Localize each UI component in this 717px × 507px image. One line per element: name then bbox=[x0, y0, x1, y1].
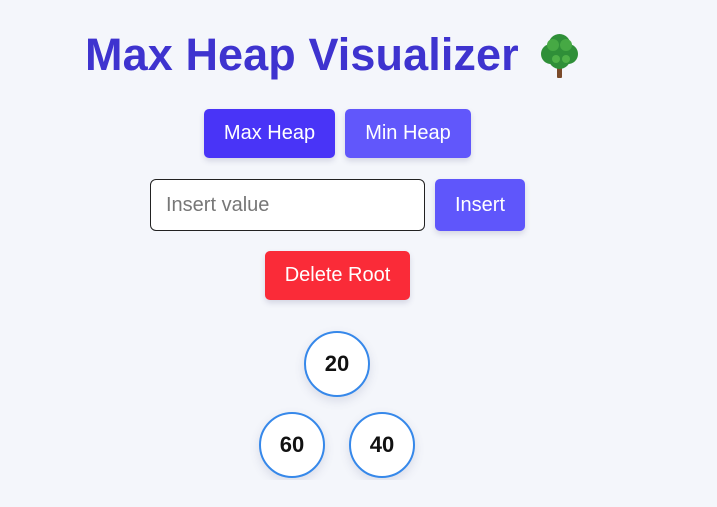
page-bottom-area bbox=[0, 480, 717, 507]
heap-node-root: 20 bbox=[304, 331, 370, 397]
heap-node-right-child: 40 bbox=[349, 412, 415, 478]
heap-tree: 20 60 40 bbox=[0, 0, 717, 480]
heap-node-left-child: 60 bbox=[259, 412, 325, 478]
app-container: Max Heap Visualizer Max Heap Min Heap In… bbox=[0, 0, 717, 480]
